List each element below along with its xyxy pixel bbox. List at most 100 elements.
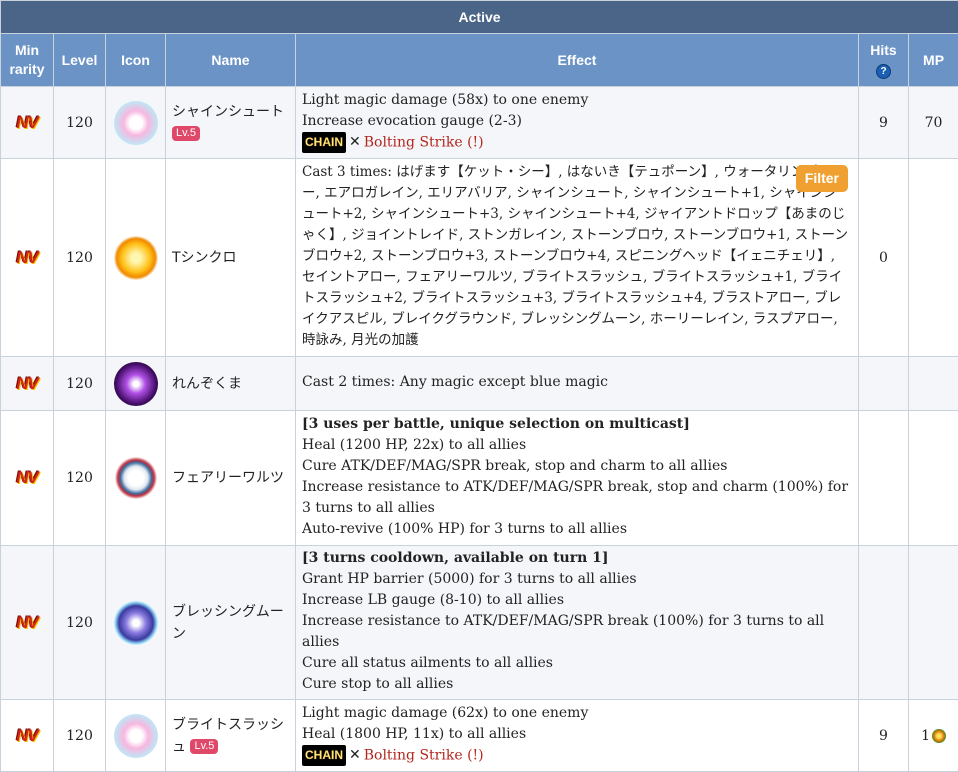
effect-cell: [3 turns cooldown, available on turn 1] … bbox=[296, 546, 859, 700]
header-level[interactable]: Level bbox=[54, 34, 106, 87]
effect-line: Light magic damage (58x) to one enemy bbox=[302, 90, 852, 111]
header-name[interactable]: Name bbox=[166, 34, 296, 87]
rarity-cell: NV bbox=[1, 411, 54, 546]
effect-line: Cure stop to all allies bbox=[302, 674, 852, 695]
icon-cell bbox=[106, 357, 166, 411]
header-mp: MP bbox=[909, 34, 958, 87]
hits-cell bbox=[859, 546, 909, 700]
table-row: NV 120 Tシンクロ Filter Cast 3 times: はげます【ケ… bbox=[1, 159, 958, 357]
table-row: NV 120 ブライトスラッシュ Lv.5 Light magic damage… bbox=[1, 700, 958, 772]
effect-line: Cure ATK/DEF/MAG/SPR break, stop and cha… bbox=[302, 456, 852, 477]
dualcast-icon bbox=[114, 362, 158, 406]
effect-line: Heal (1800 HP, 11x) to all allies bbox=[302, 724, 852, 745]
mp-cell: 70 bbox=[909, 87, 958, 159]
shine-shoot-icon bbox=[114, 101, 158, 145]
bright-slash-icon bbox=[114, 714, 158, 758]
icon-cell bbox=[106, 159, 166, 357]
nv-rarity-icon: NV bbox=[16, 113, 38, 133]
effect-line: Auto-revive (100% HP) for 3 turns to all… bbox=[302, 519, 852, 540]
table-row: NV 120 フェアリーワルツ [3 uses per battle, uniq… bbox=[1, 411, 958, 546]
mp-cell: 1 bbox=[909, 700, 958, 772]
nv-rarity-icon: NV bbox=[16, 726, 38, 746]
table-row: NV 120 シャインシュート Lv.5 Light magic damage … bbox=[1, 87, 958, 159]
effect-line: [3 uses per battle, unique selection on … bbox=[302, 414, 852, 435]
fairy-waltz-icon bbox=[114, 456, 158, 500]
name-cell: Tシンクロ bbox=[166, 159, 296, 357]
table-caption: Active bbox=[1, 1, 958, 34]
chain-icon: CHAIN bbox=[302, 132, 346, 153]
effect-line: Cure all status ailments to all allies bbox=[302, 653, 852, 674]
t-synchro-icon bbox=[114, 236, 158, 280]
nv-rarity-icon: NV bbox=[16, 468, 38, 488]
cross-swords-icon: ✕ bbox=[349, 747, 361, 763]
effect-line: Increase LB gauge (8-10) to all allies bbox=[302, 590, 852, 611]
nv-rarity-icon: NV bbox=[16, 374, 38, 394]
level-cell: 120 bbox=[54, 357, 106, 411]
header-hits-label: Hits bbox=[870, 42, 896, 58]
icon-cell bbox=[106, 87, 166, 159]
ability-name[interactable]: シャインシュート bbox=[172, 104, 284, 120]
lv-badge: Lv.5 bbox=[190, 739, 218, 754]
hits-cell: 9 bbox=[859, 87, 909, 159]
name-cell: れんぞくま bbox=[166, 357, 296, 411]
name-cell: シャインシュート Lv.5 bbox=[166, 87, 296, 159]
effect-line: Cast 3 times: はげます【ケット・シー】, はないき【テュポーン】,… bbox=[302, 162, 850, 351]
ability-name[interactable]: れんぞくま bbox=[172, 376, 242, 392]
hits-cell bbox=[859, 411, 909, 546]
effect-line: Light magic damage (62x) to one enemy bbox=[302, 703, 852, 724]
ability-name[interactable]: ブレッシングムーン bbox=[172, 604, 284, 642]
filter-button[interactable]: Filter bbox=[796, 165, 848, 192]
help-icon[interactable]: ? bbox=[876, 64, 891, 79]
name-cell: ブライトスラッシュ Lv.5 bbox=[166, 700, 296, 772]
header-hits: Hits ? bbox=[859, 34, 909, 87]
mp-cell bbox=[909, 411, 958, 546]
header-effect: Effect bbox=[296, 34, 859, 87]
effect-cell: Light magic damage (62x) to one enemy He… bbox=[296, 700, 859, 772]
effect-line: Grant HP barrier (5000) for 3 turns to a… bbox=[302, 569, 852, 590]
ability-name[interactable]: Tシンクロ bbox=[172, 250, 237, 266]
effect-cell: [3 uses per battle, unique selection on … bbox=[296, 411, 859, 546]
rarity-cell: NV bbox=[1, 87, 54, 159]
name-cell: フェアリーワルツ bbox=[166, 411, 296, 546]
icon-cell bbox=[106, 546, 166, 700]
effect-line: Cast 2 times: Any magic except blue magi… bbox=[302, 372, 852, 393]
effect-line: Increase resistance to ATK/DEF/MAG/SPR b… bbox=[302, 611, 852, 653]
blessing-moon-icon bbox=[114, 601, 158, 645]
effect-line: Increase evocation gauge (2-3) bbox=[302, 111, 852, 132]
table-row: NV 120 ブレッシングムーン [3 turns cooldown, avai… bbox=[1, 546, 958, 700]
rarity-cell: NV bbox=[1, 159, 54, 357]
chain-line: CHAIN✕Bolting Strike (!) bbox=[302, 745, 852, 767]
ability-name[interactable]: フェアリーワルツ bbox=[172, 470, 284, 486]
mp-value: 1 bbox=[921, 728, 930, 744]
icon-cell bbox=[106, 700, 166, 772]
rarity-cell: NV bbox=[1, 357, 54, 411]
effect-cell: Cast 2 times: Any magic except blue magi… bbox=[296, 357, 859, 411]
effect-line: Heal (1200 HP, 22x) to all allies bbox=[302, 435, 852, 456]
effect-cell: Light magic damage (58x) to one enemy In… bbox=[296, 87, 859, 159]
rarity-cell: NV bbox=[1, 546, 54, 700]
chain-family-link[interactable]: Bolting Strike (!) bbox=[364, 747, 484, 763]
hits-cell bbox=[859, 357, 909, 411]
lv-badge: Lv.5 bbox=[172, 126, 200, 141]
effect-line: Increase resistance to ATK/DEF/MAG/SPR b… bbox=[302, 477, 852, 519]
rarity-cell: NV bbox=[1, 700, 54, 772]
effect-cell: Filter Cast 3 times: はげます【ケット・シー】, はないき【… bbox=[296, 159, 859, 357]
mp-cell bbox=[909, 357, 958, 411]
nv-rarity-icon: NV bbox=[16, 613, 38, 633]
icon-cell bbox=[106, 411, 166, 546]
level-cell: 120 bbox=[54, 159, 106, 357]
hits-cell: 0 bbox=[859, 159, 909, 357]
mp-cell bbox=[909, 546, 958, 700]
level-cell: 120 bbox=[54, 700, 106, 772]
active-abilities-table: Active Min rarity Level Icon Name Effect… bbox=[0, 0, 958, 772]
level-cell: 120 bbox=[54, 546, 106, 700]
header-min-rarity[interactable]: Min rarity bbox=[1, 34, 54, 87]
chain-family-link[interactable]: Bolting Strike (!) bbox=[364, 134, 484, 150]
chain-icon: CHAIN bbox=[302, 745, 346, 766]
mp-cell bbox=[909, 159, 958, 357]
nv-rarity-icon: NV bbox=[16, 248, 38, 268]
level-cell: 120 bbox=[54, 87, 106, 159]
name-cell: ブレッシングムーン bbox=[166, 546, 296, 700]
effect-line: [3 turns cooldown, available on turn 1] bbox=[302, 548, 852, 569]
chain-line: CHAIN✕Bolting Strike (!) bbox=[302, 132, 852, 154]
